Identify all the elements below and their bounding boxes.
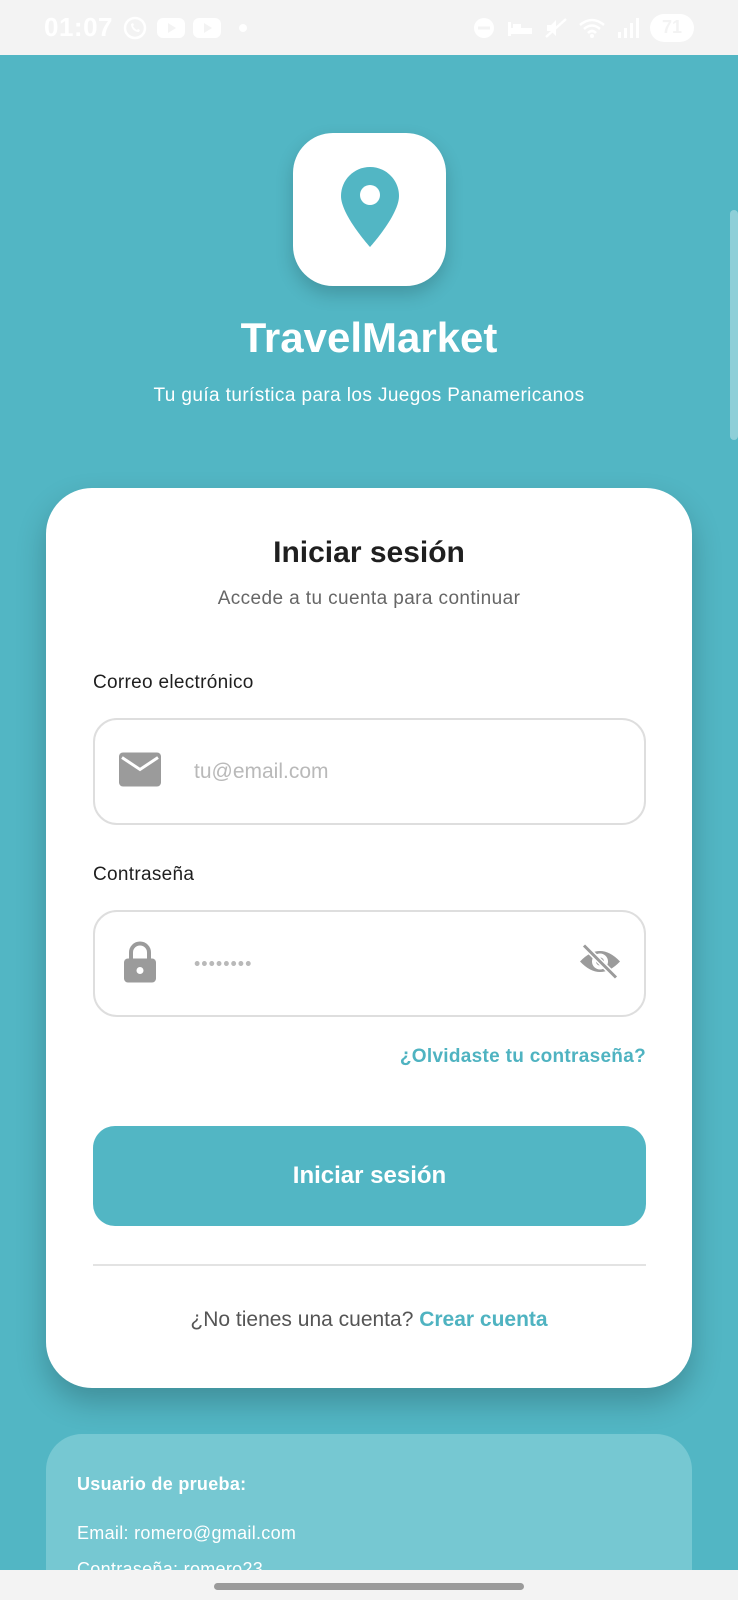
status-time: 01:07 [44,12,113,42]
dnd-icon [470,17,498,39]
forgot-password-link[interactable]: ¿Olvidaste tu contraseña? [400,1046,646,1068]
email-label: Correo electrónico [93,672,254,693]
app-logo [293,133,446,286]
test-user-title: Usuario de prueba: [77,1474,247,1494]
app-title: TravelMarket [240,314,498,361]
app-tagline: Tu guía turística para los Juegos Paname… [153,385,585,406]
create-account-link[interactable]: Crear cuenta [419,1308,547,1331]
status-bar-left: 01:07 [44,12,257,43]
dot-icon [229,17,257,39]
email-placeholder[interactable]: tu@email.com [194,760,329,784]
login-subtitle: Accede a tu cuenta para continuar [217,588,521,609]
status-bar: 01:07 71 [0,0,738,55]
youtube-icon [193,17,221,39]
eye-off-icon[interactable] [578,942,622,985]
wifi-icon [578,17,606,39]
login-title: Iniciar sesión [273,536,465,569]
lock-icon [123,940,157,987]
home-gesture-handle[interactable] [214,1583,524,1590]
password-placeholder[interactable]: •••••••• [194,953,252,974]
password-label: Contraseña [93,864,195,885]
test-user-email: Email: romero@gmail.com [77,1523,297,1543]
mail-icon [119,752,161,791]
login-card: Iniciar sesión Accede a tu cuenta para c… [46,488,692,1388]
status-bar-right: 71 [470,13,694,42]
no-account-text: ¿No tienes una cuenta? [190,1308,414,1331]
bed-icon [506,17,534,39]
signal-icon [614,17,642,39]
location-pin-icon [340,167,399,252]
email-field[interactable]: tu@email.com [93,718,646,825]
mute-icon [542,17,570,39]
youtube-icon [157,17,185,39]
login-button[interactable]: Iniciar sesión [93,1126,646,1226]
divider [93,1264,646,1266]
signup-row: ¿No tienes una cuenta? Crear cuenta [46,1308,692,1332]
navigation-bar [0,1570,738,1600]
whatsapp-icon [121,16,149,39]
password-field[interactable]: •••••••• [93,910,646,1017]
battery-indicator: 71 [650,13,694,42]
